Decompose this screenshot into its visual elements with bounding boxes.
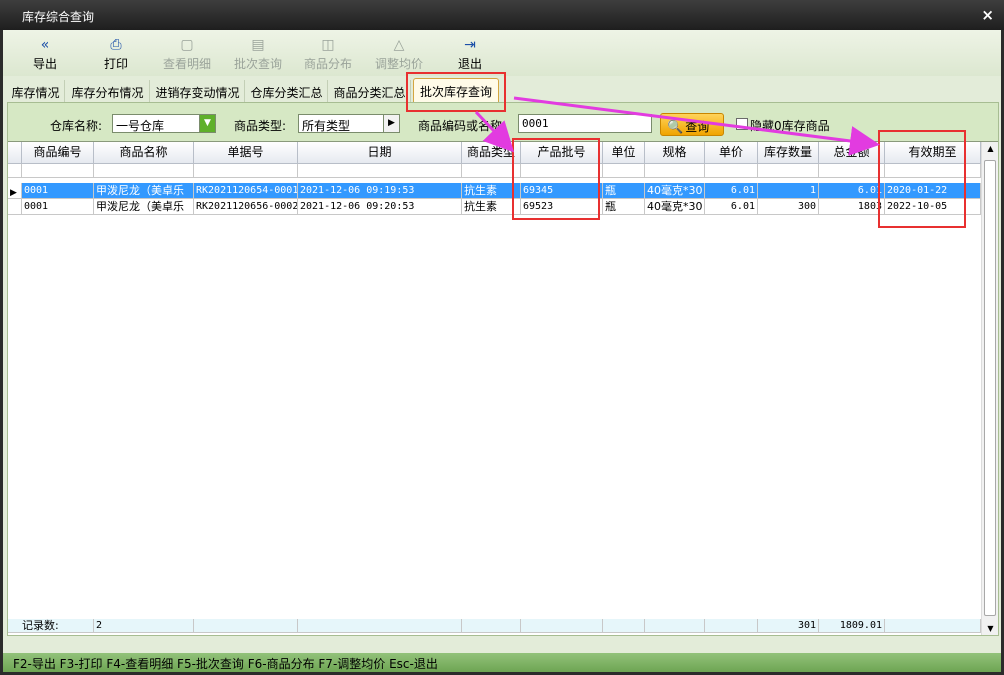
- adjust-avg-price-button[interactable]: △ 调整均价: [367, 36, 431, 76]
- highlight-box-batch-column: [512, 138, 600, 220]
- title-bar: 库存综合查询 ×: [0, 0, 1004, 30]
- chevron-right-icon: ▶: [383, 115, 399, 132]
- toolbar: « 导出 ⎙ 打印 ▢ 查看明细 ▤ 批次查询 ◫ 商品分布 △ 调整均价 ⇥ …: [3, 30, 1001, 76]
- shortcut-status-bar: F2-导出 F3-打印 F4-查看明细 F5-批次查询 F6-商品分布 F7-调…: [3, 653, 1001, 672]
- batch-query-button[interactable]: ▤ 批次查询: [226, 36, 290, 76]
- product-type-label: 商品类型:: [234, 119, 287, 133]
- exit-button[interactable]: ⇥ 退出: [438, 36, 502, 76]
- product-distribution-button[interactable]: ◫ 商品分布: [296, 36, 360, 76]
- warehouse-select[interactable]: 一号仓库 ▼: [112, 114, 216, 133]
- view-detail-button[interactable]: ▢ 查看明细: [155, 36, 219, 76]
- code-name-label: 商品编码或名称:: [418, 119, 507, 133]
- window-title: 库存综合查询: [22, 10, 95, 24]
- exit-door-icon: ⇥: [464, 37, 476, 53]
- batch-inventory-table[interactable]: 商品编号 商品名称 单据号 日期 商品类型 产品批号 单位 规格 单价 库存数量…: [8, 141, 998, 635]
- columns-icon: ◫: [321, 37, 335, 53]
- header-product-code[interactable]: 商品编号: [22, 142, 94, 164]
- tab-stock-changes[interactable]: 进销存变动情况: [151, 80, 245, 102]
- highlight-box-tab: [406, 72, 506, 112]
- document-search-icon: ▢: [180, 37, 194, 53]
- record-count-label: 记录数:: [8, 619, 94, 633]
- print-button[interactable]: ⎙ 打印: [84, 36, 148, 76]
- query-button[interactable]: 🔍 查询: [660, 113, 724, 136]
- header-unit[interactable]: 单位: [603, 142, 645, 164]
- export-button[interactable]: « 导出: [13, 36, 77, 76]
- triangle-up-icon: △: [393, 37, 405, 53]
- main-frame: « 导出 ⎙ 打印 ▢ 查看明细 ▤ 批次查询 ◫ 商品分布 △ 调整均价 ⇥ …: [3, 30, 1001, 672]
- header-doc-number[interactable]: 单据号: [194, 142, 298, 164]
- vertical-scrollbar[interactable]: ▲ ▼: [981, 142, 998, 635]
- code-name-input[interactable]: 0001: [518, 114, 652, 133]
- header-spec[interactable]: 规格: [645, 142, 705, 164]
- chevron-down-icon: ▼: [199, 115, 215, 132]
- header-unit-price[interactable]: 单价: [705, 142, 758, 164]
- row-pointer-icon: ▶: [10, 188, 17, 198]
- amount-total: 1809.01: [819, 619, 885, 633]
- double-chevron-left-icon: «: [40, 37, 50, 53]
- record-count: 2: [94, 619, 194, 633]
- search-icon: 🔍: [667, 120, 684, 135]
- scroll-up-icon[interactable]: ▲: [982, 144, 999, 153]
- printer-icon: ⎙: [110, 37, 122, 53]
- scroll-thumb[interactable]: [984, 160, 996, 616]
- qty-total: 301: [758, 619, 819, 633]
- tab-inventory-status[interactable]: 库存情况: [7, 80, 65, 102]
- header-total-amount[interactable]: 总金额: [819, 142, 885, 164]
- scroll-down-icon[interactable]: ▼: [982, 624, 999, 633]
- header-product-name[interactable]: 商品名称: [94, 142, 194, 164]
- warehouse-label: 仓库名称:: [50, 119, 103, 133]
- hide-zero-checkbox[interactable]: [736, 118, 748, 130]
- tab-inventory-distribution[interactable]: 库存分布情况: [66, 80, 150, 102]
- product-type-select[interactable]: 所有类型 ▶: [298, 114, 400, 133]
- close-icon[interactable]: ×: [981, 6, 994, 24]
- header-date[interactable]: 日期: [298, 142, 462, 164]
- tab-category-summary[interactable]: 商品分类汇总: [329, 80, 411, 102]
- query-panel: 仓库名称: 一号仓库 ▼ 商品类型: 所有类型 ▶ 商品编码或名称: 0001 …: [7, 102, 999, 636]
- list-icon: ▤: [251, 37, 265, 53]
- tab-warehouse-summary[interactable]: 仓库分类汇总: [246, 80, 328, 102]
- highlight-box-expiry-column: [878, 130, 966, 228]
- hide-zero-label: 隐藏0库存商品: [750, 119, 830, 133]
- header-stock-qty[interactable]: 库存数量: [758, 142, 819, 164]
